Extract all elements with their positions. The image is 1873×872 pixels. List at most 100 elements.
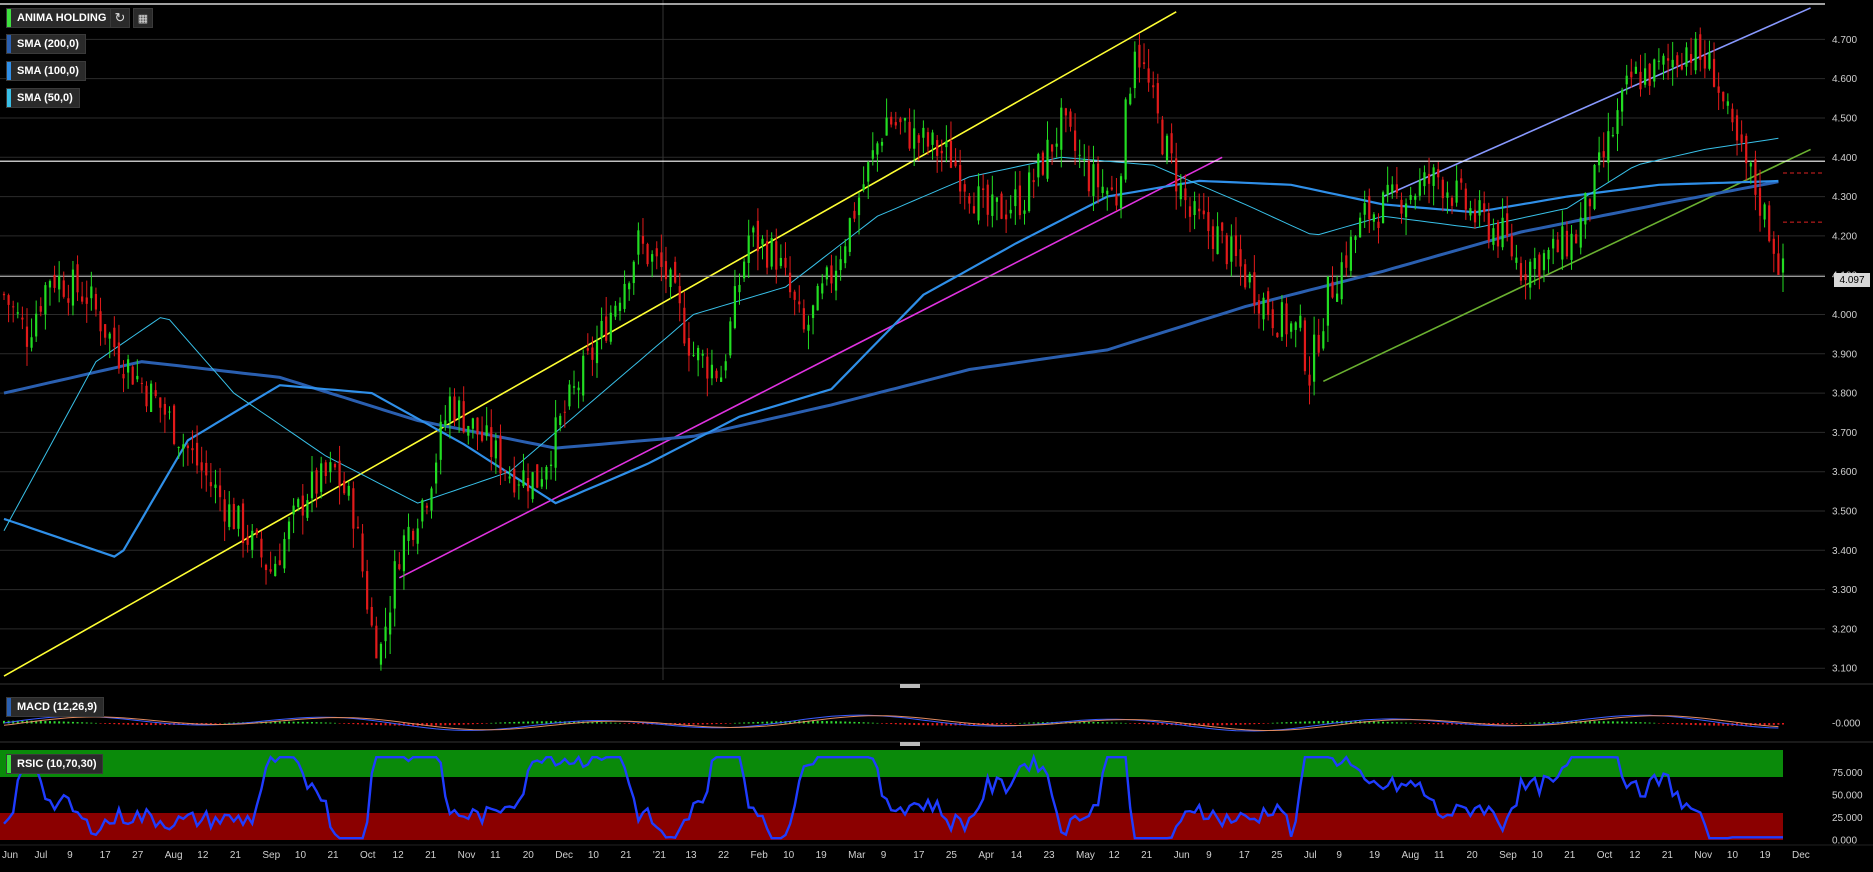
- macd-histogram-bar: [150, 723, 153, 726]
- candle-body: [1575, 234, 1578, 244]
- candle-body: [559, 415, 562, 425]
- sma-200-tag[interactable]: SMA (200,0): [6, 34, 86, 54]
- time-axis: Jun Jul 9 17 27 Aug 12 21 Sep 10 21 Oct 12 21 Nov 11 20 D…: [0, 844, 1873, 861]
- candle-body: [1069, 111, 1072, 127]
- macd-histogram-bar: [770, 721, 773, 724]
- macd-histogram-bar: [485, 723, 488, 724]
- candle-body: [1322, 331, 1325, 349]
- macd-histogram-bar: [1625, 721, 1628, 724]
- macd-histogram-bar: [540, 721, 543, 724]
- candle-body: [834, 270, 838, 291]
- macd-histogram-bar: [223, 722, 226, 724]
- time-tick-label: 9: [1206, 850, 1212, 861]
- time-tick-label: 21: [620, 850, 632, 861]
- candle-body: [108, 333, 111, 339]
- candle-body: [765, 241, 769, 268]
- candle-body: [1336, 293, 1339, 302]
- macd-tag[interactable]: MACD (12,26,9): [6, 697, 105, 717]
- candle-body: [1115, 194, 1118, 206]
- candle-body: [338, 460, 341, 487]
- moving-averages: [3, 137, 1779, 558]
- macd-histogram-bar: [1680, 723, 1683, 725]
- macd-histogram-bar: [1221, 723, 1224, 726]
- candle-body: [494, 440, 497, 459]
- macd-histogram-bar: [338, 723, 341, 724]
- candle-body: [1046, 139, 1049, 179]
- macd-histogram-bar: [1382, 721, 1385, 724]
- macd-histogram-bar: [1657, 723, 1660, 724]
- macd-histogram-bar: [366, 723, 369, 725]
- price-tick-label: 3.500: [1832, 507, 1857, 518]
- candle-body: [370, 607, 373, 626]
- candle-body: [182, 444, 185, 449]
- time-tick-label: Mar: [848, 850, 866, 861]
- price-tick-label: 3.400: [1832, 546, 1857, 557]
- candle-body: [30, 337, 33, 348]
- candle-body: [1621, 90, 1624, 112]
- macd-histogram-bar: [917, 723, 920, 726]
- candle-body: [1276, 332, 1279, 338]
- price-tick-label: 4.700: [1832, 35, 1857, 46]
- macd-histogram-bar: [637, 723, 640, 725]
- macd-histogram-bar: [1496, 723, 1499, 725]
- candle-body: [591, 347, 594, 360]
- candle-body: [283, 539, 286, 569]
- macd-histogram-bar: [283, 721, 286, 724]
- macd-histogram-bar: [108, 723, 111, 724]
- refresh-button[interactable]: ↻: [110, 8, 130, 28]
- calendar-button[interactable]: ▦: [133, 8, 153, 28]
- candle-body: [913, 128, 916, 149]
- rsi-tick-label: 50.000: [1832, 791, 1863, 802]
- candle-body: [1073, 130, 1077, 151]
- candle-body: [1152, 85, 1155, 88]
- time-tick-label: May: [1076, 850, 1095, 861]
- candle-body: [191, 448, 194, 451]
- macd-histogram-bar: [1423, 723, 1426, 724]
- candle-body: [839, 259, 842, 271]
- candle-body: [94, 293, 98, 310]
- candle-body: [586, 348, 589, 351]
- time-tick-label: 11: [1434, 850, 1445, 861]
- time-tick-label: 21: [327, 850, 339, 861]
- sma-100-tag[interactable]: SMA (100,0): [6, 61, 86, 81]
- price-chart[interactable]: -0.000 75.00050.00025.0000.000 4.7004.60…: [0, 0, 1873, 872]
- candle-body: [1110, 187, 1113, 190]
- macd-histogram-bar: [1262, 723, 1265, 724]
- macd-histogram-bar: [292, 721, 295, 724]
- time-tick-label: 19: [1369, 850, 1381, 861]
- macd-histogram-bar: [1703, 723, 1706, 726]
- candle-body: [1699, 34, 1702, 60]
- macd-histogram-bar: [228, 722, 231, 724]
- macd-histogram-bar: [1529, 722, 1532, 724]
- rsi-tag[interactable]: RSIC (10,70,30): [6, 754, 104, 774]
- candle-body: [1671, 59, 1674, 68]
- candle-body: [278, 560, 281, 565]
- candle-body: [1427, 173, 1431, 184]
- candle-body: [476, 417, 479, 435]
- macd-histogram-bar: [733, 722, 736, 724]
- macd-histogram-bar: [600, 722, 603, 724]
- candle-body: [333, 463, 337, 468]
- candle-body: [577, 387, 580, 391]
- candle-body: [1234, 235, 1238, 257]
- candle-body: [651, 254, 654, 262]
- macd-histogram-bar: [867, 722, 870, 724]
- macd-histogram-bar: [1308, 721, 1311, 724]
- macd-histogram-bar: [1777, 723, 1780, 725]
- candle-body: [1496, 222, 1500, 247]
- macd-histogram-bar: [324, 722, 327, 724]
- time-tick-label: Nov: [1694, 850, 1712, 861]
- macd-histogram-bar: [154, 723, 157, 726]
- candle-body: [646, 244, 649, 265]
- macd-histogram-bar: [596, 722, 598, 724]
- candle-body: [1124, 99, 1127, 180]
- macd-histogram-bar: [214, 723, 217, 724]
- macd-histogram-bar: [1120, 722, 1123, 724]
- symbol-tag[interactable]: ANIMA HOLDING: [6, 8, 114, 28]
- sma-50-tag[interactable]: SMA (50,0): [6, 88, 80, 108]
- candle-body: [1244, 264, 1247, 288]
- candle-body: [1676, 55, 1679, 66]
- candle-body: [1561, 226, 1564, 260]
- macd-histogram-bar: [44, 720, 47, 724]
- candle-body: [168, 411, 171, 413]
